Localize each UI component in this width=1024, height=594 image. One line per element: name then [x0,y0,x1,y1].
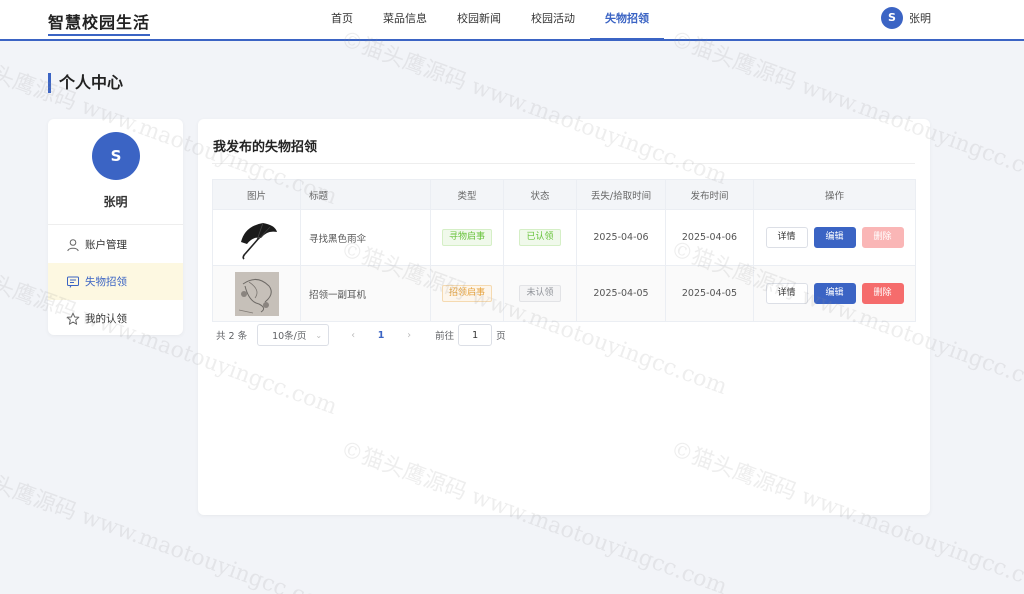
item-title: 寻找黑色雨伞 [300,209,431,266]
nav-dishes[interactable]: 菜品信息 [368,0,442,39]
star-icon [66,312,80,326]
avatar[interactable]: S [881,7,903,29]
type-badge: 寻物启事 [441,229,492,246]
page-number[interactable]: 1 [367,330,395,341]
nav-lost-found[interactable]: 失物招领 [590,0,664,40]
lost-found-table: 图片 标题 类型 状态 丢失/拾取时间 发布时间 操作 寻找黑色雨伞 寻物启事 … [212,179,916,322]
nav-activities[interactable]: 校园活动 [516,0,590,39]
page-size-value: 10条/页 [272,331,307,342]
main-card: 我发布的失物招领 图片 标题 类型 状态 丢失/拾取时间 发布时间 操作 寻找黑… [198,119,930,515]
table-row: 寻找黑色雨伞 寻物启事 已认领 2025-04-06 2025-04-06 详情… [212,209,916,266]
column-header: 状态 [503,179,577,210]
column-header: 发布时间 [665,179,754,210]
column-header: 操作 [753,179,916,210]
total-count: 共 2 条 [216,331,248,342]
item-title: 招领一副耳机 [300,265,431,322]
next-page-button[interactable]: › [395,330,423,341]
profile-avatar: S [92,132,140,180]
publish-time: 2025-04-06 [665,209,754,266]
goto-page-input[interactable] [458,324,493,346]
user-icon [66,238,80,252]
detail-button[interactable]: 详情 [765,227,808,248]
divider [48,224,183,225]
column-header: 丢失/拾取时间 [576,179,666,210]
goto-label: 前往 [435,331,455,342]
user-menu[interactable]: S 张明 [881,7,931,29]
table-header-row: 图片 标题 类型 状态 丢失/拾取时间 发布时间 操作 [212,179,916,210]
column-header: 类型 [430,179,504,210]
page-title: 个人中心 [48,73,123,93]
column-header: 图片 [212,179,301,210]
user-name[interactable]: 张明 [909,10,931,26]
publish-time: 2025-04-05 [665,265,754,322]
profile-sidebar: S 张明 账户管理 失物招领 我的认领 [48,119,183,335]
divider [212,163,915,164]
chevron-down-icon: ⌄ [315,330,323,340]
edit-button[interactable]: 编辑 [813,283,856,304]
prev-page-button[interactable]: ‹ [339,330,367,341]
sidebar-item-my-claims[interactable]: 我的认领 [48,300,183,337]
main-nav: 首页 菜品信息 校园新闻 校园活动 失物招领 [316,0,664,40]
sidebar-item-label: 账户管理 [85,239,127,251]
lost-time: 2025-04-06 [576,209,666,266]
card-title: 我发布的失物招领 [213,140,318,155]
message-icon [66,275,80,289]
column-header: 标题 [300,179,431,210]
pagination: 共 2 条 10条/页 ⌄ ‹ 1 › 前往 页 [216,323,506,347]
delete-button[interactable]: 删除 [861,283,904,304]
top-header: 智慧校园生活 首页 菜品信息 校园新闻 校园活动 失物招领 S 张明 [0,0,1024,41]
type-badge: 招领启事 [441,285,492,302]
nav-home[interactable]: 首页 [316,0,368,39]
detail-button[interactable]: 详情 [765,283,808,304]
nav-news[interactable]: 校园新闻 [442,0,516,39]
sidebar-item-account[interactable]: 账户管理 [48,226,183,263]
status-badge: 已认领 [519,229,561,246]
site-logo[interactable]: 智慧校园生活 [48,9,151,36]
table-row: 招领一副耳机 招领启事 未认领 2025-04-05 2025-04-05 详情… [212,265,916,322]
page-size-select[interactable]: 10条/页 ⌄ [257,324,330,346]
earphones-photo [234,271,279,316]
sidebar-item-label: 我的认领 [85,313,127,325]
sidebar-item-lost-found[interactable]: 失物招领 [48,263,183,300]
delete-button[interactable]: 删除 [861,227,904,248]
lost-time: 2025-04-05 [576,265,666,322]
umbrella-photo [235,216,279,260]
status-badge: 未认领 [519,285,561,302]
sidebar-menu: 账户管理 失物招领 我的认领 [48,226,183,337]
edit-button[interactable]: 编辑 [813,227,856,248]
page-unit-label: 页 [496,331,506,342]
sidebar-item-label: 失物招领 [85,276,127,288]
profile-name: 张明 [103,195,128,209]
